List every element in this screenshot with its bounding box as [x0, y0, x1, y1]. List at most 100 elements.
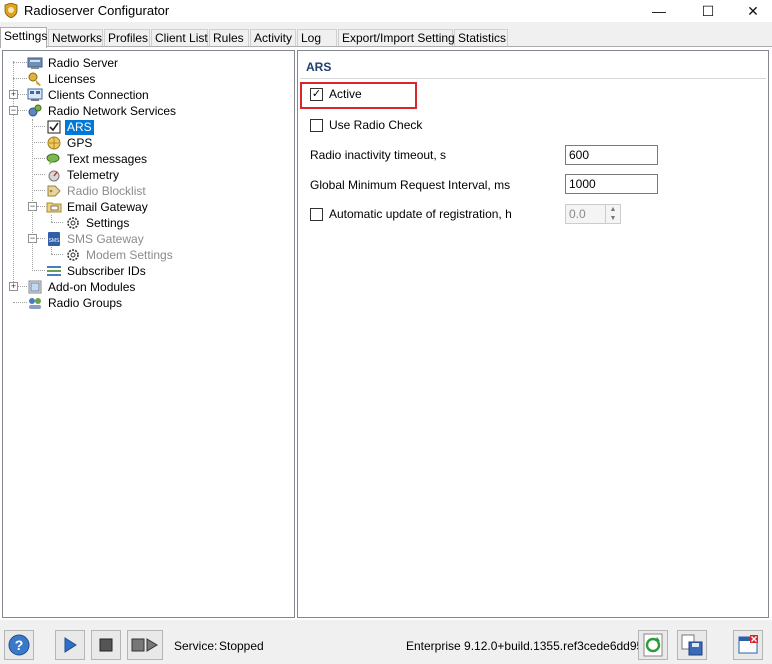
- tab-settings[interactable]: Settings: [0, 27, 47, 48]
- stop-service-button[interactable]: [91, 630, 121, 660]
- tree-item-radio-blocklist[interactable]: Radio Blocklist: [46, 183, 148, 199]
- tree-label: Add-on Modules: [48, 279, 136, 294]
- min-request-interval-input[interactable]: 1000: [565, 174, 658, 194]
- tree-label: GPS: [67, 135, 93, 150]
- section-divider: [300, 78, 766, 79]
- tab-rules[interactable]: Rules: [209, 29, 249, 47]
- tree-item-radio-server[interactable]: Radio Server: [27, 55, 120, 71]
- start-service-button[interactable]: [55, 630, 85, 660]
- active-label: Active: [329, 87, 362, 101]
- gear-icon: [67, 249, 79, 261]
- status-bar: ? Service: Stopped Enterprise 9.12.0+bui…: [0, 622, 772, 664]
- network-services-icon: [28, 104, 42, 117]
- tree-item-clients-connection[interactable]: Clients Connection: [27, 87, 151, 103]
- tab-client-list[interactable]: Client List: [151, 29, 208, 47]
- spin-up-icon: ▲: [609, 206, 617, 213]
- expand-addon-modules[interactable]: +: [9, 282, 18, 291]
- tab-log[interactable]: Log: [297, 29, 337, 47]
- tab-profiles[interactable]: Profiles: [104, 29, 150, 47]
- collapse-radio-network-services[interactable]: −: [9, 106, 18, 115]
- active-checkbox[interactable]: ✓: [310, 87, 323, 101]
- tab-strip: Settings Networks Profiles Client List R…: [0, 27, 772, 48]
- tree-item-sms-gateway[interactable]: SMS SMS Gateway: [46, 231, 146, 247]
- tree-label: Radio Groups: [48, 295, 123, 310]
- exit-window-icon: [738, 635, 758, 654]
- play-icon: [64, 637, 77, 653]
- inactivity-timeout-input[interactable]: 600: [565, 145, 658, 165]
- tree-label: Email Gateway: [67, 199, 148, 214]
- text-messages-icon: [46, 153, 60, 165]
- auto-update-value: 0.0: [569, 207, 586, 221]
- tree-item-text-messages[interactable]: Text messages: [46, 151, 149, 167]
- tree-label: Licenses: [48, 71, 96, 86]
- use-radio-check-row[interactable]: Use Radio Check: [310, 118, 422, 132]
- svg-text:SMS: SMS: [49, 238, 61, 244]
- tab-activity[interactable]: Activity: [250, 29, 296, 47]
- tab-statistics[interactable]: Statistics: [454, 29, 508, 47]
- auto-update-checkbox[interactable]: [310, 207, 323, 221]
- close-button[interactable]: ✕: [730, 0, 772, 22]
- tab-export-import-settings[interactable]: Export/Import Settings: [338, 29, 461, 47]
- tree-item-telemetry[interactable]: Telemetry: [46, 167, 121, 183]
- tree-item-ars[interactable]: ARS: [46, 119, 94, 135]
- gps-globe-icon: [47, 136, 61, 150]
- refresh-button[interactable]: [638, 630, 668, 660]
- license-icon: [28, 72, 41, 86]
- auto-update-spinbox: 0.0 ▲ ▼: [565, 204, 621, 224]
- service-state: Stopped: [219, 639, 264, 653]
- tree-item-radio-network-services[interactable]: Radio Network Services: [27, 103, 178, 119]
- tab-networks[interactable]: Networks: [48, 29, 103, 47]
- settings-tree[interactable]: + − − − + Radio Server Licenses Clients …: [2, 50, 295, 618]
- tree-item-licenses[interactable]: Licenses: [27, 71, 97, 87]
- tree-item-email-settings[interactable]: Settings: [65, 215, 131, 231]
- tree-label: Radio Network Services: [48, 103, 177, 118]
- title-bar: Radioserver Configurator — ☐ ✕: [0, 0, 772, 22]
- min-request-interval-label: Global Minimum Request Interval, ms: [310, 178, 511, 192]
- tree-label: Text messages: [67, 151, 148, 166]
- telemetry-icon: [48, 170, 60, 182]
- use-radio-check-checkbox[interactable]: [310, 118, 323, 132]
- tree-label: SMS Gateway: [67, 231, 144, 246]
- tree-label: Telemetry: [67, 167, 120, 182]
- use-radio-check-label: Use Radio Check: [329, 118, 423, 132]
- ars-checkbox-icon: [47, 120, 61, 134]
- addon-modules-icon: [28, 280, 42, 294]
- active-checkbox-row[interactable]: ✓ Active: [310, 87, 362, 101]
- clients-icon: [27, 88, 43, 101]
- tree-item-email-gateway[interactable]: Email Gateway: [46, 199, 150, 215]
- email-folder-icon: [46, 202, 62, 213]
- gear-icon: [67, 217, 79, 229]
- tree-label: Settings: [86, 215, 130, 230]
- help-button[interactable]: ?: [4, 630, 34, 660]
- auto-update-row[interactable]: Automatic update of registration, h: [310, 207, 512, 221]
- tree-label: ARS: [65, 119, 94, 135]
- expand-clients-connection[interactable]: +: [9, 90, 18, 99]
- tree-label: Modem Settings: [86, 247, 173, 262]
- save-button[interactable]: [677, 630, 707, 660]
- help-icon: ?: [8, 634, 30, 656]
- version-text: Enterprise 9.12.0+build.1355.ref3cede6dd…: [406, 639, 644, 653]
- spin-buttons: ▲ ▼: [605, 205, 620, 223]
- maximize-button[interactable]: ☐: [685, 0, 731, 22]
- tree-item-addon-modules[interactable]: Add-on Modules: [27, 279, 137, 295]
- section-header: ARS: [306, 60, 332, 74]
- inactivity-timeout-label: Radio inactivity timeout, s: [310, 148, 447, 162]
- collapse-sms-gateway[interactable]: −: [28, 234, 37, 243]
- sms-icon: SMS: [48, 232, 61, 246]
- minimize-button[interactable]: —: [636, 0, 682, 22]
- exit-button[interactable]: [733, 630, 763, 660]
- tree-item-radio-groups[interactable]: Radio Groups: [27, 295, 124, 311]
- service-label: Service:: [174, 639, 218, 653]
- svg-text:?: ?: [15, 637, 24, 653]
- restart-service-button[interactable]: [127, 630, 163, 660]
- tree-item-modem-settings[interactable]: Modem Settings: [65, 247, 175, 263]
- close-icon: ✕: [747, 2, 759, 19]
- restart-icon: [131, 638, 158, 652]
- refresh-icon: [643, 633, 663, 657]
- subscriber-ids-icon: [47, 266, 61, 276]
- tree-item-gps[interactable]: GPS: [46, 135, 94, 151]
- minimize-icon: —: [652, 3, 666, 19]
- collapse-email-gateway[interactable]: −: [28, 202, 37, 211]
- radio-groups-icon: [29, 298, 41, 309]
- tree-item-subscriber-ids[interactable]: Subscriber IDs: [46, 263, 148, 279]
